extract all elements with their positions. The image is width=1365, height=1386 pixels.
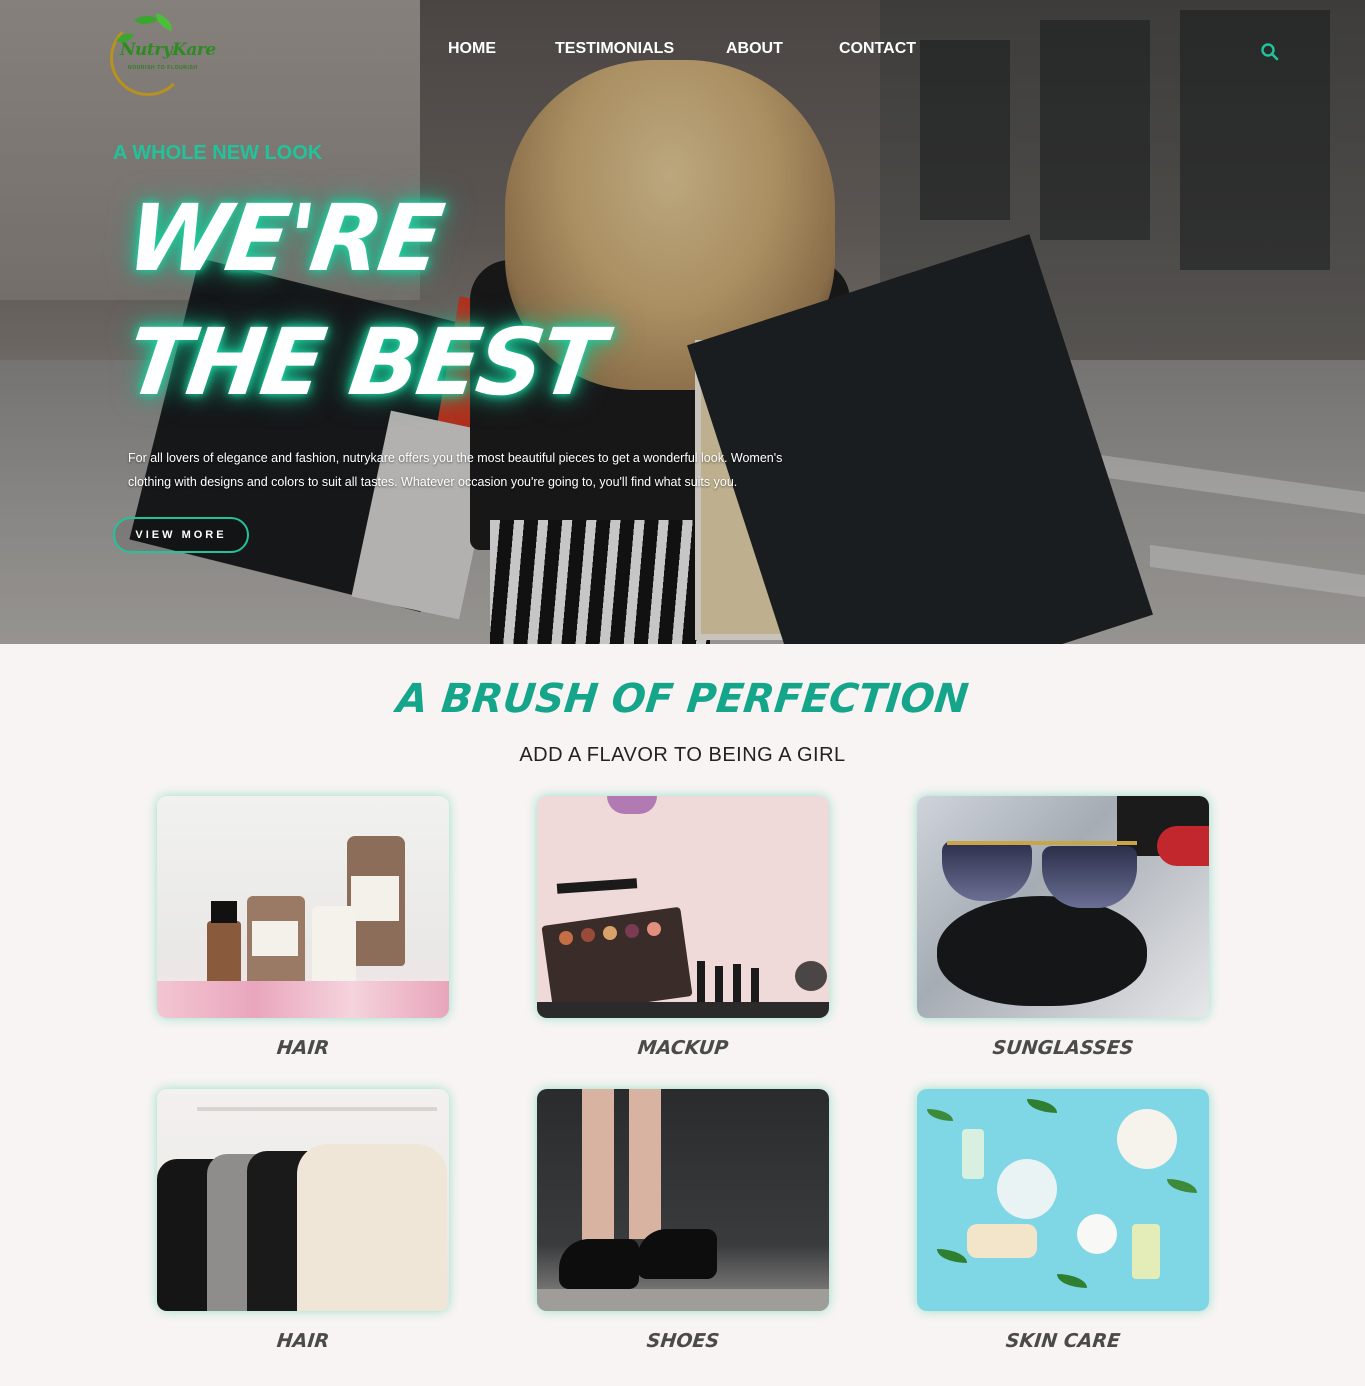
category-card[interactable]: SKIN CARE	[917, 1089, 1209, 1352]
category-card[interactable]: MACKUP	[537, 796, 829, 1059]
nav-testimonials[interactable]: TESTIMONIALS	[555, 40, 674, 58]
category-image	[157, 796, 449, 1018]
hero-headline: WE'RE	[120, 185, 447, 292]
logo-tagline: NOURISH TO FLOURISH	[128, 65, 198, 71]
category-label: HAIR	[275, 1037, 331, 1059]
category-image	[537, 796, 829, 1018]
nav-contact[interactable]: CONTACT	[839, 40, 916, 58]
section-subtitle: ADD A FLAVOR TO BEING A GIRL	[519, 744, 846, 766]
category-label: MACKUP	[636, 1037, 730, 1059]
nav-about[interactable]: ABOUT	[726, 40, 783, 58]
hero-eyebrow: A WHOLE NEW LOOK	[113, 142, 323, 164]
category-card[interactable]: SHOES	[537, 1089, 829, 1352]
category-label: HAIR	[275, 1330, 331, 1352]
category-label: SUNGLASSES	[991, 1037, 1135, 1059]
category-image	[537, 1089, 829, 1311]
category-image	[157, 1089, 449, 1311]
hero-banner: NutryKare NOURISH TO FLOURISH HOME TESTI…	[0, 0, 1365, 644]
category-image	[917, 796, 1209, 1018]
category-card[interactable]: SUNGLASSES	[917, 796, 1209, 1059]
hero-headline: THE BEST	[120, 309, 609, 416]
main-nav: HOME TESTIMONIALS ABOUT CONTACT	[0, 40, 1365, 62]
nav-home[interactable]: HOME	[448, 40, 496, 58]
category-image	[917, 1089, 1209, 1311]
category-card[interactable]: HAIR	[157, 796, 449, 1059]
category-label: SKIN CARE	[1004, 1330, 1122, 1352]
category-label: SHOES	[645, 1330, 721, 1352]
view-more-button[interactable]: VIEW MORE	[113, 517, 249, 553]
search-icon[interactable]	[1260, 42, 1280, 62]
section-title: A BRUSH OF PERFECTION	[394, 676, 971, 722]
hero-description: For all lovers of elegance and fashion, …	[128, 451, 783, 489]
category-card[interactable]: HAIR	[157, 1089, 449, 1352]
